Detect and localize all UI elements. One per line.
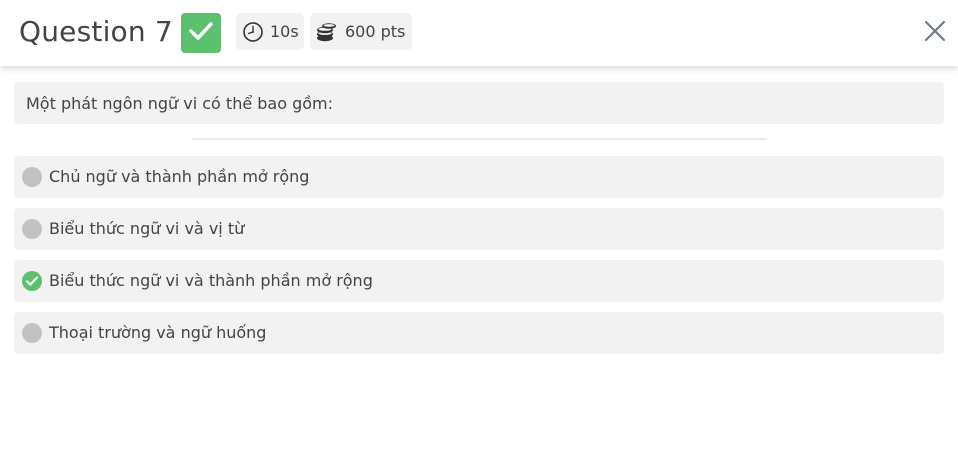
answer-option-label: Chủ ngữ và thành phần mở rộng — [49, 167, 310, 186]
correct-status-badge — [181, 13, 221, 53]
time-chip: 10s — [236, 13, 304, 50]
question-text-box: Một phát ngôn ngữ vi có thể bao gồm: — [14, 82, 944, 124]
answer-option-1[interactable]: Chủ ngữ và thành phần mở rộng — [14, 156, 944, 198]
points-label: 600 pts — [345, 22, 406, 41]
question-title: Question 7 — [19, 15, 173, 48]
answer-option-4[interactable]: Thoại trường và ngữ huống — [14, 312, 944, 354]
answer-option-3[interactable]: Biểu thức ngữ vi và thành phần mở rộng — [14, 260, 944, 302]
question-header: Question 7 10s 600 pts — [0, 0, 958, 66]
checkmark-icon — [188, 21, 214, 45]
correct-check-icon — [22, 271, 42, 291]
close-button[interactable] — [922, 20, 948, 46]
unselected-marker-icon — [22, 167, 42, 187]
time-label: 10s — [270, 22, 299, 41]
coins-icon — [315, 21, 339, 43]
answer-option-label: Thoại trường và ngữ huống — [49, 323, 267, 342]
answer-option-label: Biểu thức ngữ vi và thành phần mở rộng — [49, 271, 373, 290]
unselected-marker-icon — [22, 219, 42, 239]
divider — [192, 138, 767, 140]
close-icon[interactable] — [924, 20, 946, 46]
unselected-marker-icon — [22, 323, 42, 343]
question-text: Một phát ngôn ngữ vi có thể bao gồm: — [26, 93, 334, 113]
clock-icon — [242, 21, 264, 43]
answer-option-2[interactable]: Biểu thức ngữ vi và vị từ — [14, 208, 944, 250]
answer-option-label: Biểu thức ngữ vi và vị từ — [49, 219, 245, 238]
points-chip: 600 pts — [310, 13, 412, 50]
